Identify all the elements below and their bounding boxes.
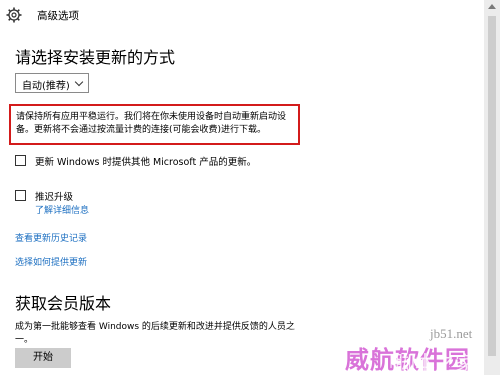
install-method-heading: 请选择安装更新的方式 — [15, 48, 176, 67]
insider-description: 成为第一批能够查看 Windows 的后续更新和改进并提供反馈的人员之一。 — [15, 322, 295, 345]
update-history-link[interactable]: 查看更新历史记录 — [15, 231, 87, 244]
other-products-checkbox[interactable] — [15, 155, 26, 166]
insider-heading: 获取会员版本 — [15, 294, 112, 313]
other-products-option[interactable]: 更新 Windows 时提供其他 Microsoft 产品的更新。 — [15, 154, 256, 168]
scrollbar-thumb[interactable] — [488, 16, 496, 356]
watermark-ghost: 脚本之家 — [395, 351, 475, 375]
page-title: 高级选项 — [37, 10, 79, 22]
defer-upgrade-label: 推迟升级 — [35, 192, 74, 203]
delivery-options-link[interactable]: 选择如何提供更新 — [15, 255, 87, 268]
scroll-up-arrow-icon[interactable] — [488, 4, 496, 9]
learn-more-link[interactable]: 了解详细信息 — [35, 203, 89, 216]
defer-upgrade-option[interactable]: 推迟升级 — [15, 189, 73, 203]
vertical-scrollbar[interactable] — [484, 0, 500, 375]
restart-notice-text: 请保持所有应用平稳运行。我们将在你未使用设备时自动重新启动设备。更新将不会通过按… — [16, 112, 287, 135]
defer-upgrade-checkbox[interactable] — [15, 190, 26, 201]
start-button[interactable]: 开始 — [15, 348, 71, 368]
chevron-down-icon — [74, 77, 84, 87]
title-bar: 高级选项 — [0, 0, 484, 31]
dropdown-value: 自动(推荐) — [22, 81, 70, 92]
install-method-dropdown[interactable]: 自动(推荐) — [15, 73, 89, 93]
other-products-label: 更新 Windows 时提供其他 Microsoft 产品的更新。 — [35, 157, 257, 168]
gear-icon — [6, 7, 22, 23]
